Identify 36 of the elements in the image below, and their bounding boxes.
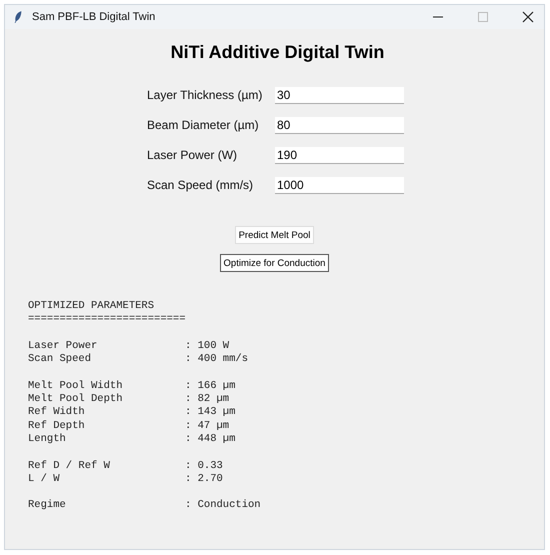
- output-value: : 82 µm: [185, 393, 230, 406]
- output-label: Scan Speed: [28, 353, 92, 366]
- output-value: : 0.33: [185, 460, 223, 473]
- output-label: Laser Power: [28, 340, 98, 353]
- input-field[interactable]: 190: [275, 146, 404, 164]
- output-label: Ref Depth: [28, 420, 86, 433]
- app-heading: NiTi Additive Digital Twin: [170, 42, 386, 63]
- output-value: : 100 W: [185, 340, 230, 353]
- output-value: : 47 µm: [185, 420, 230, 433]
- input-field[interactable]: 30: [275, 86, 404, 104]
- output-label: Ref D / Ref W: [28, 460, 111, 473]
- output-label: Regime: [28, 499, 67, 513]
- field-label: Scan Speed (mm/s): [147, 178, 254, 192]
- output-value: : 2.70: [185, 472, 223, 486]
- window-title: Sam PBF-LB Digital Twin: [32, 11, 156, 23]
- output-label: Ref Width: [28, 406, 86, 420]
- action-button[interactable]: Predict Melt Pool: [234, 226, 314, 244]
- output-label: Melt Pool Width: [28, 380, 124, 393]
- output-title: OPTIMIZED PARAMETERS: [28, 300, 156, 314]
- output-value: : Conduction: [185, 499, 261, 513]
- output-value: : 143 µm: [185, 406, 236, 420]
- input-field[interactable]: 80: [275, 116, 404, 134]
- action-button[interactable]: Optimize for Conduction: [220, 254, 330, 272]
- output-label: L / W: [28, 472, 61, 486]
- close-icon[interactable]: [522, 11, 534, 23]
- field-label: Beam Diameter (µm): [147, 118, 260, 132]
- feather-icon: [13, 10, 23, 24]
- field-label: Layer Thickness (µm): [147, 88, 264, 102]
- output-rule: =========================: [28, 313, 187, 327]
- input-field[interactable]: 1000: [275, 176, 404, 194]
- output-label: Melt Pool Depth: [28, 393, 124, 406]
- output-value: : 166 µm: [185, 380, 236, 394]
- output-value: : 448 µm: [185, 432, 236, 446]
- output-label: Length: [28, 432, 67, 446]
- output-value: : 400 mm/s: [185, 353, 248, 366]
- field-label: Laser Power (W): [147, 148, 238, 162]
